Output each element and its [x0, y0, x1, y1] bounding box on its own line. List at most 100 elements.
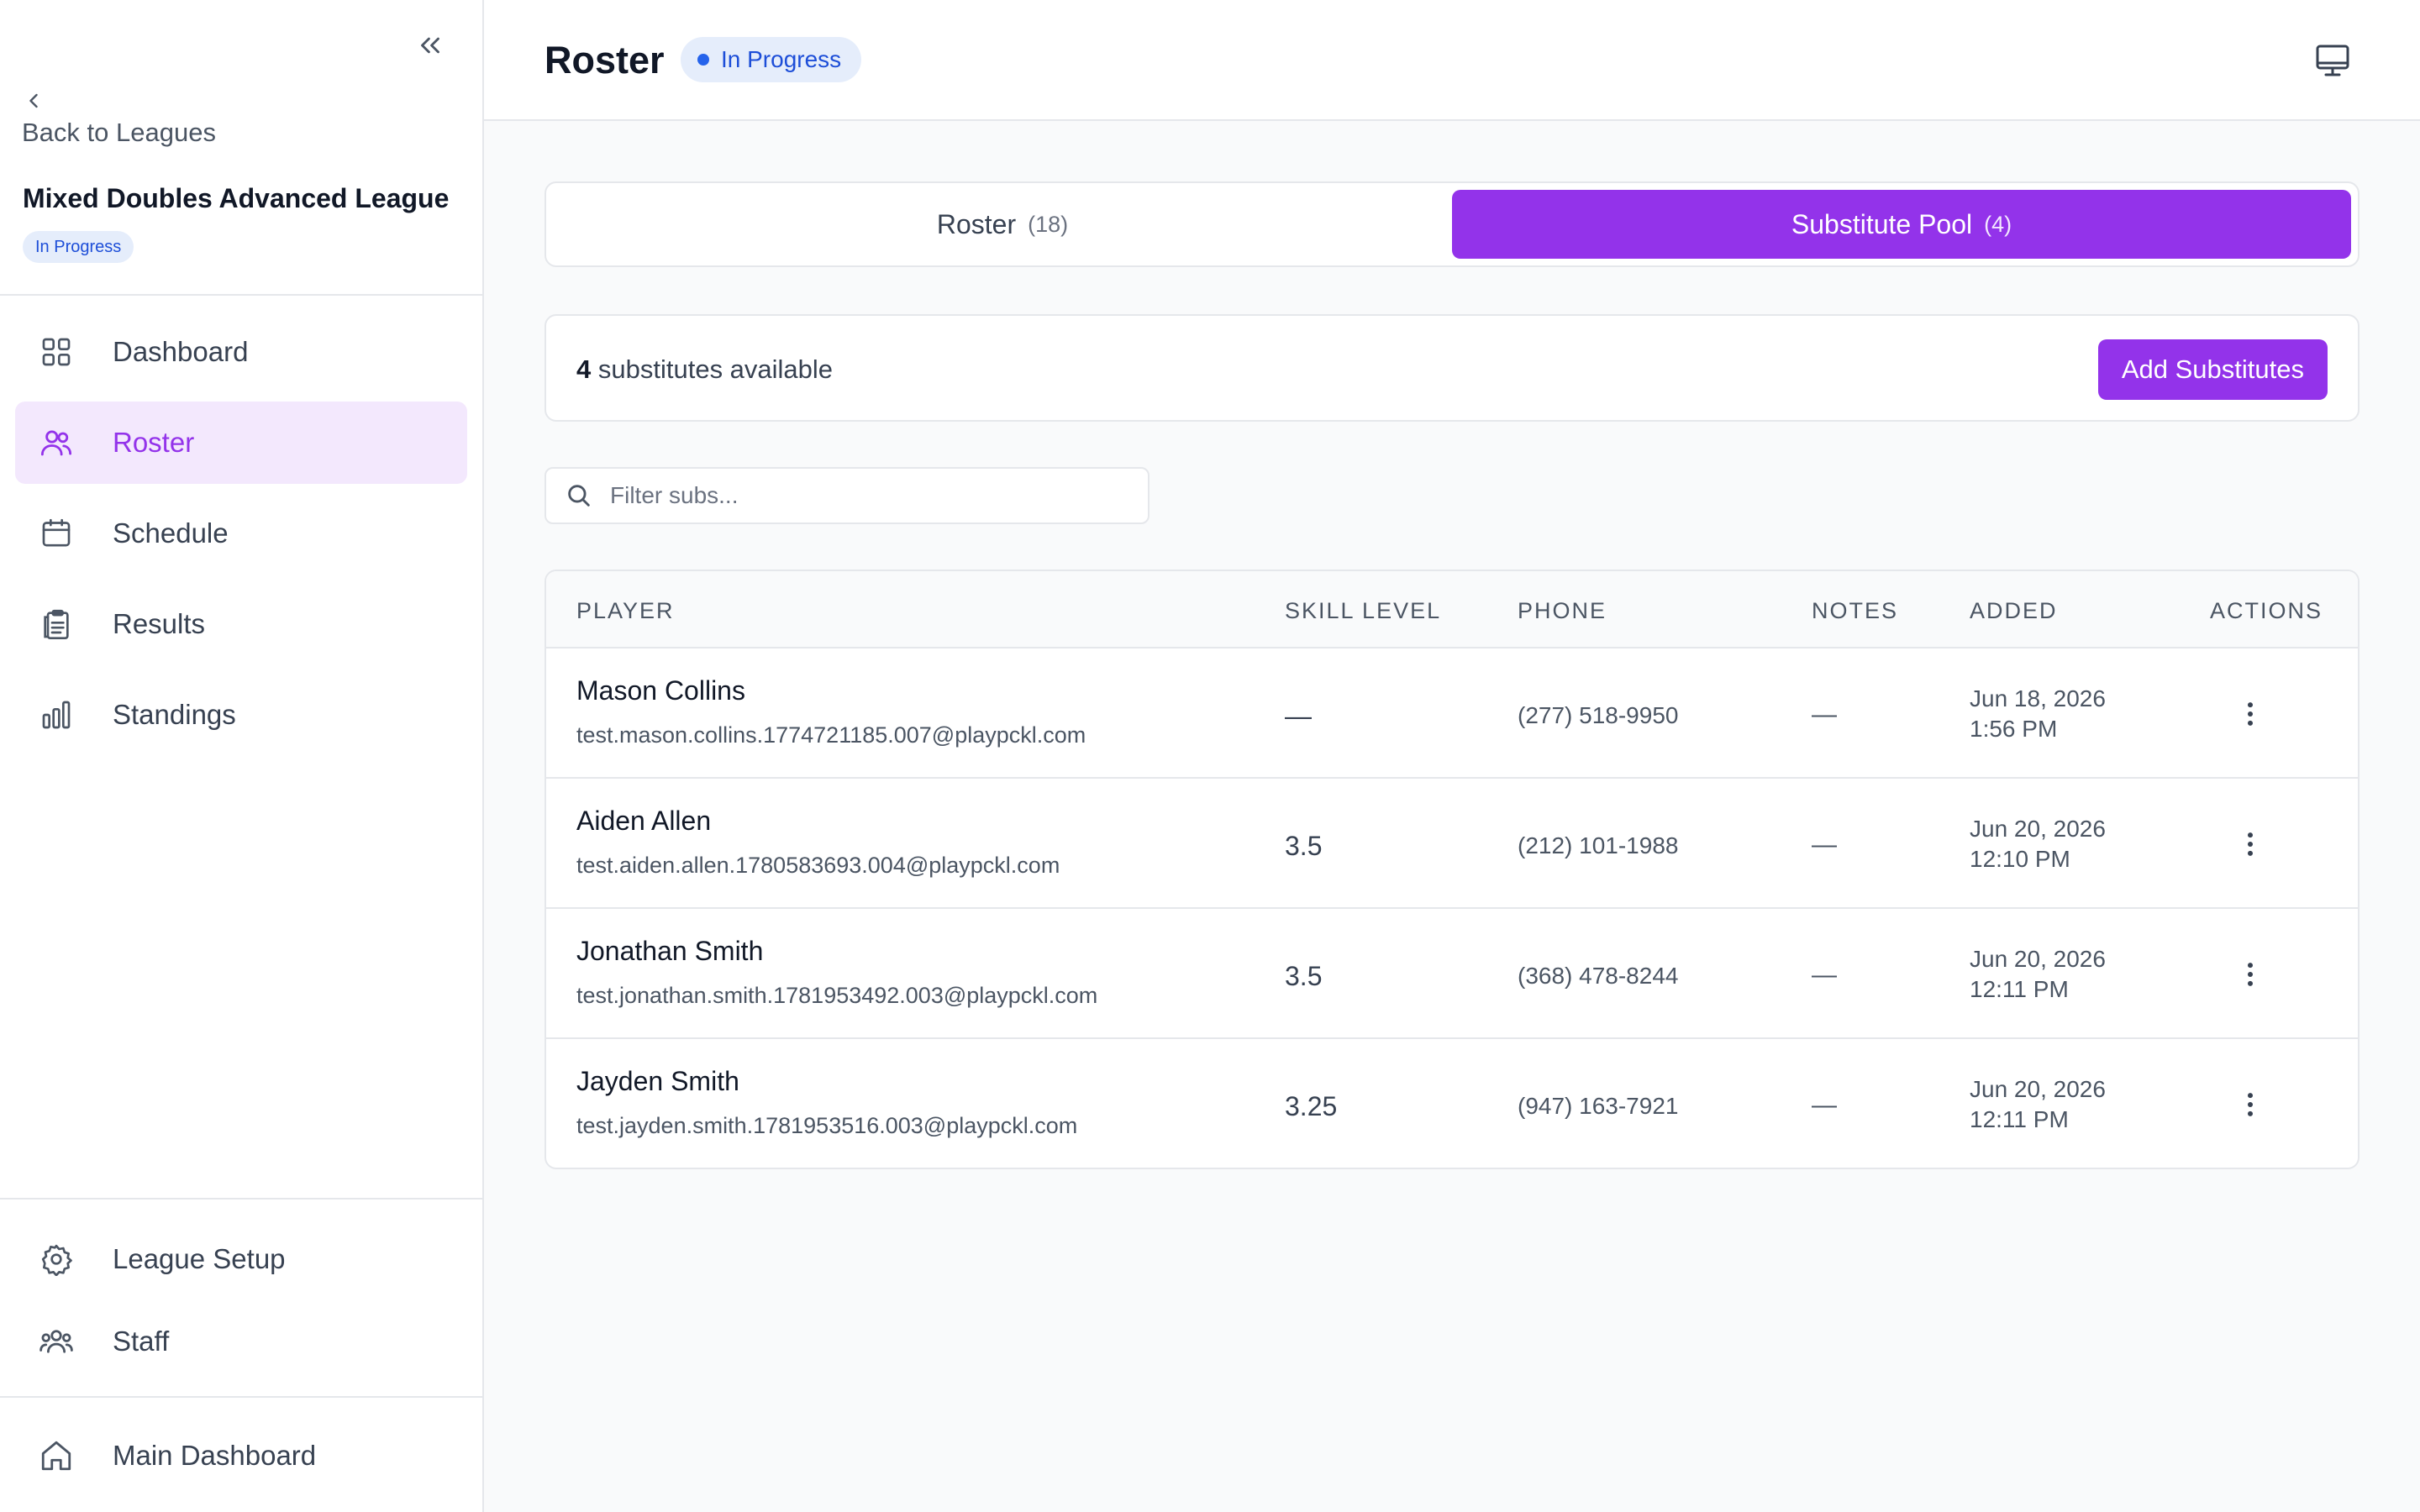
added-date-time: 1:56 PM	[1970, 716, 2058, 742]
bar-chart-icon	[39, 697, 74, 732]
player-email: test.jonathan.smith.1781953492.003@playp…	[576, 983, 1098, 1008]
status-dot-icon	[697, 54, 709, 66]
added-date-day: Jun 18, 2026	[1970, 685, 2106, 711]
filter-subs-input[interactable]	[610, 482, 1114, 509]
player-name: Aiden Allen	[576, 806, 712, 836]
notes: —	[1812, 831, 1837, 858]
app-root: Back to Leagues Mixed Doubles Advanced L…	[0, 0, 2420, 1512]
skill-level: 3.5	[1285, 961, 1323, 991]
column-header-notes: NOTES	[1812, 598, 1899, 623]
added-date: Jun 20, 2026 12:10 PM	[1970, 814, 2106, 874]
sidebar-item-staff[interactable]: Staff	[15, 1300, 467, 1383]
notes: —	[1812, 961, 1837, 989]
more-vertical-icon	[2248, 1093, 2253, 1116]
sidebar-item-schedule[interactable]: Schedule	[15, 492, 467, 575]
sidebar-item-standings[interactable]: Standings	[15, 674, 467, 756]
column-header-added: ADDED	[1970, 598, 2058, 623]
row-actions-button[interactable]	[2227, 951, 2274, 998]
column-header-actions: ACTIONS	[2210, 598, 2323, 623]
more-vertical-icon	[2248, 963, 2253, 986]
tab-label: Substitute Pool	[1791, 208, 1973, 239]
table-row: Aiden Allen test.aiden.allen.1780583693.…	[546, 779, 2358, 909]
row-actions-button[interactable]	[2227, 690, 2274, 738]
users-icon	[39, 425, 74, 460]
skill-level: —	[1285, 701, 1312, 731]
sidebar-item-label: Main Dashboard	[113, 1440, 317, 1471]
search-icon	[568, 485, 590, 507]
sidebar-item-label: Dashboard	[113, 336, 249, 367]
sidebar-item-league-setup[interactable]: League Setup	[15, 1218, 467, 1300]
sidebar-footer: Main Dashboard	[0, 1396, 482, 1512]
added-date-day: Jun 20, 2026	[1970, 1076, 2106, 1102]
sidebar-item-label: Schedule	[113, 517, 229, 549]
gear-icon	[39, 1242, 74, 1277]
more-vertical-icon	[2248, 702, 2253, 726]
display-mode-button[interactable]	[2312, 40, 2353, 81]
table-row: Mason Collins test.mason.collins.1774721…	[546, 648, 2358, 779]
sidebar-settings-nav: League Setup Staff	[0, 1198, 482, 1396]
added-date-time: 12:11 PM	[1970, 1106, 2069, 1132]
home-icon	[39, 1438, 74, 1473]
player-email: test.mason.collins.1774721185.007@playpc…	[576, 722, 1086, 748]
player-email: test.aiden.allen.1780583693.004@playpckl…	[576, 853, 1060, 878]
added-date: Jun 18, 2026 1:56 PM	[1970, 684, 2106, 744]
monitor-icon	[2316, 45, 2349, 76]
tab-count: (4)	[1984, 211, 2012, 237]
top-bar: Roster In Progress	[484, 0, 2420, 121]
tab-roster[interactable]: Roster (18)	[553, 190, 1452, 259]
phone-number: (212) 101-1988	[1518, 832, 1679, 858]
sidebar-item-label: Roster	[113, 427, 195, 458]
player-name: Jonathan Smith	[576, 936, 764, 966]
row-actions-button[interactable]	[2227, 1081, 2274, 1128]
sidebar-item-results[interactable]: Results	[15, 583, 467, 665]
phone-number: (947) 163-7921	[1518, 1093, 1679, 1119]
tab-label: Roster	[936, 208, 1017, 239]
double-chevron-left-icon	[421, 37, 439, 54]
sidebar-item-dashboard[interactable]: Dashboard	[15, 311, 467, 393]
column-header-skill-level: SKILL LEVEL	[1285, 598, 1442, 623]
row-actions-button[interactable]	[2227, 821, 2274, 868]
sidebar-header: Back to Leagues Mixed Doubles Advanced L…	[0, 0, 482, 296]
substitutes-count-text: 4 substitutes available	[576, 354, 833, 385]
add-substitutes-button[interactable]: Add Substitutes	[2097, 339, 2328, 400]
added-date-time: 12:11 PM	[1970, 976, 2069, 1002]
substitutes-available-label: substitutes available	[597, 354, 834, 384]
notes: —	[1812, 1091, 1837, 1119]
player-name: Mason Collins	[576, 675, 745, 706]
substitutes-table: PLAYER SKILL LEVEL PHONE NOTES ADDED ACT…	[544, 570, 2360, 1169]
tab-count: (18)	[1028, 211, 1069, 237]
team-icon	[39, 1324, 74, 1359]
filter-box	[544, 467, 1150, 524]
tab-substitute-pool[interactable]: Substitute Pool (4)	[1452, 190, 2351, 259]
status-badge-label: In Progress	[721, 46, 842, 72]
back-to-leagues-link[interactable]: Back to Leagues	[22, 89, 216, 148]
added-date-time: 12:10 PM	[1970, 846, 2070, 872]
table-header: PLAYER SKILL LEVEL PHONE NOTES ADDED ACT…	[546, 571, 2358, 648]
sidebar-item-main-dashboard[interactable]: Main Dashboard	[15, 1415, 467, 1497]
added-date-day: Jun 20, 2026	[1970, 946, 2106, 972]
sidebar-item-label: Results	[113, 608, 206, 639]
roster-tabs: Roster (18) Substitute Pool (4)	[544, 181, 2360, 267]
substitutes-summary: 4 substitutes available Add Substitutes	[544, 314, 2360, 422]
sidebar-item-label: Staff	[113, 1326, 170, 1357]
notes: —	[1812, 701, 1837, 728]
added-date: Jun 20, 2026 12:11 PM	[1970, 1074, 2106, 1135]
clipboard-icon	[39, 606, 74, 642]
skill-level: 3.25	[1285, 1091, 1338, 1121]
sidebar-nav: Dashboard Roster Schedule Results Standi…	[0, 296, 482, 1198]
page-title: Roster	[544, 39, 665, 81]
sidebar-item-roster[interactable]: Roster	[15, 402, 467, 484]
league-status-badge: In Progress	[23, 231, 134, 263]
chevron-left-icon	[29, 93, 38, 108]
main-content: Roster In Progress Roster (18) Substitut…	[484, 0, 2420, 1512]
phone-number: (368) 478-8244	[1518, 963, 1679, 989]
collapse-sidebar-button[interactable]	[410, 25, 450, 66]
grid-icon	[39, 334, 74, 370]
column-header-player: PLAYER	[576, 598, 675, 623]
sidebar: Back to Leagues Mixed Doubles Advanced L…	[0, 0, 484, 1512]
table-row: Jayden Smith test.jayden.smith.178195351…	[546, 1039, 2358, 1168]
skill-level: 3.5	[1285, 831, 1323, 861]
player-name: Jayden Smith	[576, 1066, 739, 1096]
phone-number: (277) 518-9950	[1518, 702, 1679, 728]
player-email: test.jayden.smith.1781953516.003@playpck…	[576, 1113, 1078, 1138]
